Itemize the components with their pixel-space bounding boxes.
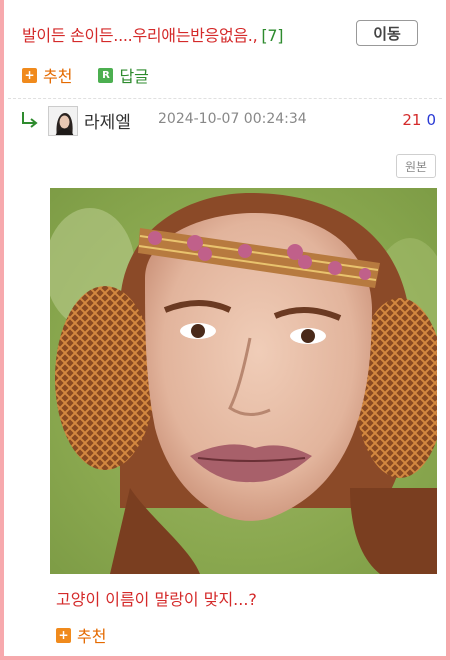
divider — [8, 98, 442, 99]
plus-icon[interactable]: + — [56, 627, 71, 643]
reply-arrow-icon — [22, 112, 38, 128]
comment-header: 라제엘 2024-10-07 00:24:34 21 0 — [20, 106, 438, 138]
nickname[interactable]: 라제엘 — [84, 108, 131, 133]
vote-counts: 21 0 — [402, 111, 436, 129]
post-title-text[interactable]: 발이든 손이든....우리애는반응없음., — [22, 26, 258, 45]
recommend-button[interactable]: 추천 — [43, 63, 72, 87]
comment-count[interactable]: [7] — [261, 26, 283, 45]
reply-icon[interactable]: R — [98, 67, 114, 83]
portrait-image — [50, 188, 437, 574]
post-title[interactable]: 발이든 손이든....우리애는반응없음., [7] — [22, 22, 283, 46]
comment-recommend-button[interactable]: 추천 — [77, 623, 106, 647]
upvote-count: 21 — [402, 111, 422, 129]
avatar[interactable] — [48, 106, 78, 136]
timestamp: 2024-10-07 00:24:34 — [158, 111, 307, 127]
original-image-button[interactable]: 원본 — [396, 154, 436, 178]
downvote-count: 0 — [426, 111, 436, 129]
move-button[interactable]: 이동 — [356, 20, 418, 46]
reply-button[interactable]: 답글 — [119, 63, 148, 87]
post-title-row: 발이든 손이든....우리애는반응없음., [7] 이동 — [22, 20, 422, 52]
post-actions: + 추천 R 답글 — [22, 64, 149, 86]
plus-icon[interactable]: + — [22, 67, 37, 83]
avatar-image — [49, 107, 77, 135]
image-caption: 고양이 이름이 말랑이 맞지...? — [56, 590, 257, 609]
comment-actions: + 추천 — [56, 624, 132, 646]
comment-image[interactable] — [50, 188, 437, 574]
